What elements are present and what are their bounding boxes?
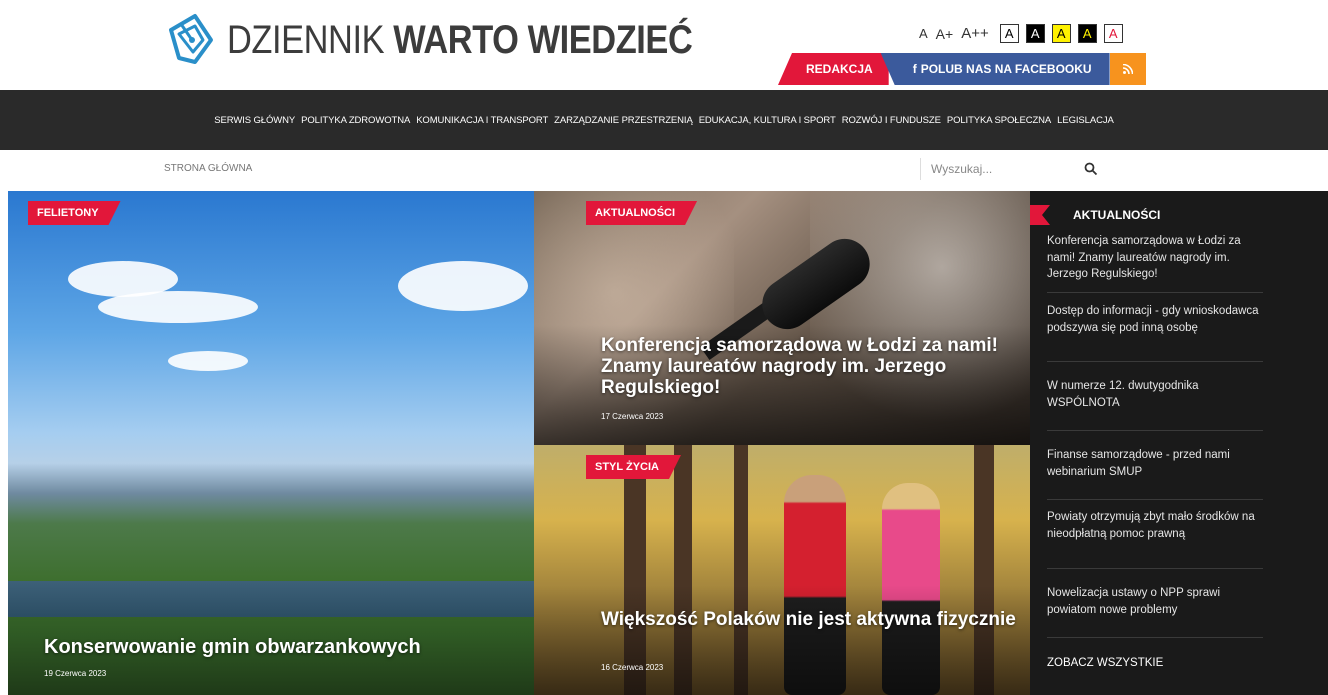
facebook-label: POLUB NAS NA FACEBOOKU: [920, 62, 1092, 76]
site-logo[interactable]: DZIENNIK WARTO WIEDZIEĆ: [165, 12, 768, 68]
redakcja-button[interactable]: REDAKCJA: [778, 53, 889, 85]
contrast-black-white-button[interactable]: A: [1025, 24, 1045, 43]
featured-card-styl-zycia[interactable]: STYL ŻYCIA Większość Polaków nie jest ak…: [534, 445, 1030, 695]
breadcrumb[interactable]: STRONA GŁÓWNA: [164, 163, 252, 174]
font-size-normal[interactable]: A: [919, 26, 928, 41]
contrast-default-button[interactable]: A: [999, 24, 1019, 43]
image-water: [8, 581, 534, 617]
nav-item-polityka-spoleczna[interactable]: POLITYKA SPOŁECZNA: [947, 115, 1051, 126]
accessibility-controls: A A+ A++ A A A A A: [919, 24, 1123, 43]
sidebar-news-item[interactable]: Finanse samorządowe - przed nami webinar…: [1047, 431, 1263, 500]
contrast-black-yellow-button[interactable]: A: [1077, 24, 1097, 43]
see-all-link[interactable]: ZOBACZ WSZYSTKIE: [1047, 657, 1163, 669]
featured-card-felietony[interactable]: FELIETONY Konserwowanie gmin obwarzankow…: [8, 191, 534, 695]
featured-card-aktualnosci[interactable]: AKTUALNOŚCI Konferencja samorządowa w Ło…: [534, 191, 1030, 445]
header-actions: REDAKCJA f POLUB NAS NA FACEBOOKU: [778, 53, 1146, 85]
sidebar-news-item[interactable]: W numerze 12. dwutygodnika WSPÓLNOTA: [1047, 362, 1263, 431]
article-title[interactable]: Konferencja samorządowa w Łodzi za nami!…: [601, 335, 1021, 399]
sidebar-news-item[interactable]: Powiaty otrzymują zbyt mało środków na n…: [1047, 500, 1263, 569]
contrast-white-red-button[interactable]: A: [1103, 24, 1123, 43]
article-date: 17 Czerwca 2023: [601, 412, 664, 421]
nav-item-rozwoj-fundusze[interactable]: ROZWÓJ I FUNDUSZE: [842, 115, 941, 126]
logo-text-bold: WARTO WIEDZIEĆ: [393, 17, 693, 62]
sidebar-header: AKTUALNOŚCI: [1030, 205, 1160, 225]
news-sidebar: AKTUALNOŚCI Konferencja samorządowa w Ło…: [1030, 191, 1328, 695]
search-box: [920, 158, 1110, 180]
category-tag[interactable]: AKTUALNOŚCI: [586, 201, 697, 225]
image-cloud: [168, 351, 248, 371]
nav-item-polityka-zdrowotna[interactable]: POLITYKA ZDROWOTNA: [301, 115, 410, 126]
font-size-xlarge[interactable]: A++: [961, 25, 989, 42]
article-title[interactable]: Konserwowanie gmin obwarzankowych: [44, 636, 524, 658]
contrast-yellow-black-button[interactable]: A: [1051, 24, 1071, 43]
facebook-like-button[interactable]: f POLUB NAS NA FACEBOOKU: [880, 53, 1110, 85]
logo-text: DZIENNIK WARTO WIEDZIEĆ: [227, 17, 693, 63]
sidebar-title: AKTUALNOŚCI: [1073, 208, 1161, 222]
image-overlay: [534, 585, 1030, 695]
nav-item-serwis-glowny[interactable]: SERWIS GŁÓWNY: [214, 115, 295, 126]
nav-item-legislacja[interactable]: LEGISLACJA: [1057, 115, 1114, 126]
rss-icon: [1122, 64, 1133, 74]
sidebar-news-item[interactable]: Dostęp do informacji - gdy wnioskodawca …: [1047, 293, 1263, 362]
category-tag[interactable]: STYL ŻYCIA: [586, 455, 681, 479]
main-nav: SERWIS GŁÓWNY POLITYKA ZDROWOTNA KOMUNIK…: [0, 90, 1328, 150]
sub-bar: STRONA GŁÓWNA: [0, 150, 1328, 191]
search-input[interactable]: [921, 162, 1071, 176]
nav-item-komunikacja-transport[interactable]: KOMUNIKACJA I TRANSPORT: [416, 115, 548, 126]
pen-nib-logo-icon: [169, 14, 213, 64]
nav-item-edukacja-kultura-sport[interactable]: EDUKACJA, KULTURA I SPORT: [699, 115, 836, 126]
image-cloud: [398, 261, 528, 311]
image-cloud: [98, 291, 258, 323]
article-title[interactable]: Większość Polaków nie jest aktywna fizyc…: [601, 609, 1021, 631]
flag-icon: [1030, 205, 1050, 225]
category-tag[interactable]: FELIETONY: [28, 201, 121, 225]
sidebar-news-item[interactable]: Konferencja samorządowa w Łodzi za nami!…: [1047, 233, 1263, 293]
nav-item-zarzadzanie-przestrzenia[interactable]: ZARZĄDZANIE PRZESTRZENIĄ: [554, 115, 693, 126]
facebook-icon: f: [912, 62, 917, 76]
search-icon[interactable]: [1084, 162, 1098, 176]
article-date: 16 Czerwca 2023: [601, 663, 664, 672]
article-date: 19 Czerwca 2023: [44, 669, 107, 678]
sidebar-news-item[interactable]: Nowelizacja ustawy o NPP sprawi powiatom…: [1047, 569, 1263, 638]
featured-section: FELIETONY Konserwowanie gmin obwarzankow…: [0, 191, 1328, 695]
sidebar-news-list: Konferencja samorządowa w Łodzi za nami!…: [1047, 233, 1263, 638]
site-header: DZIENNIK WARTO WIEDZIEĆ A A+ A++ A A A A…: [0, 0, 1328, 90]
rss-button[interactable]: [1109, 53, 1146, 85]
logo-text-light: DZIENNIK: [227, 17, 385, 62]
font-size-large[interactable]: A+: [936, 26, 954, 42]
